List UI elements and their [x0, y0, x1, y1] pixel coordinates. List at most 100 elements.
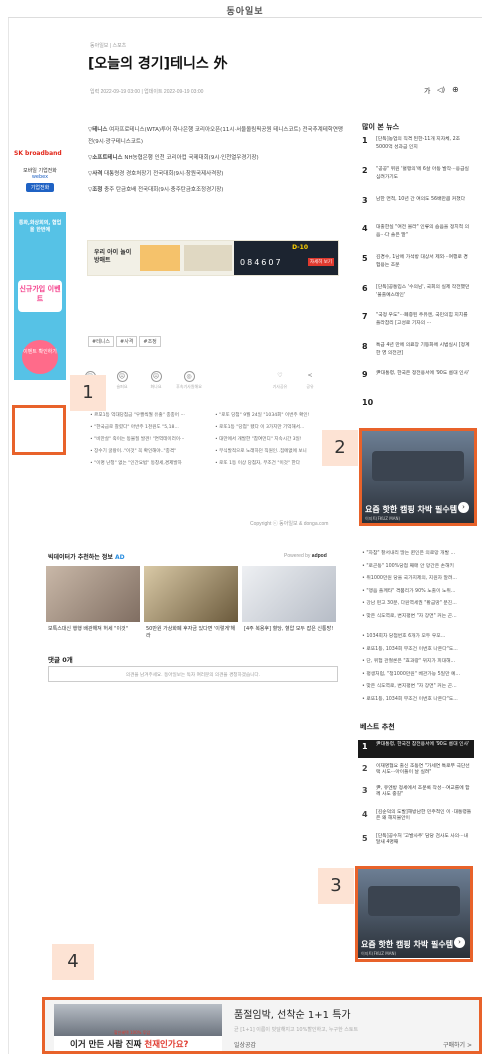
powered-by-label: Powered by — [284, 553, 311, 559]
tag[interactable]: #테니스 — [88, 336, 114, 347]
annotation-box-2 — [359, 428, 477, 526]
popular-news-text: [단독]농업의 직격 된한-11개 지자체, 2조5000억 성과금 인지 — [376, 137, 461, 150]
sidebar-link[interactable]: • 로또1등, 1034회 무조건 이번호 나온다"도... — [362, 694, 474, 707]
cyan-ad-button[interactable]: 이벤트 확인하기 — [22, 340, 58, 374]
related-link[interactable]: • "한국금로 찰렸다" 아반주 1천원도 "5,18... — [90, 422, 210, 434]
sidebar-link[interactable]: • "로곤동" 100%당첨 째매 안 망간은 손해키 — [362, 561, 474, 574]
powered-by: Powered by adpod — [284, 553, 327, 559]
tag-list: #테니스 #사격 #조정 — [88, 328, 163, 347]
share-button[interactable]: < 공유 — [302, 371, 318, 390]
related-link[interactable]: • 르포1등 억대당첨금 "우짤씩월 유출" 충충어 ··· — [90, 410, 210, 422]
popular-news-text: 특급 4년 만에 의료장 기등화에 시범실시 [정계한 영 의전관] — [376, 343, 470, 356]
tag[interactable]: #조정 — [139, 336, 161, 347]
sidebar-link[interactable]: • 평생처럼, "청1000만원" 베관가능 5일만 예... — [362, 669, 474, 682]
popular-news-text: 尹대통령, 한국은 정전용서에 '90도 룸대 인사' — [376, 371, 470, 376]
promo-dday: D-10 — [292, 244, 308, 251]
sidebar-link[interactable]: • 단, 위험 관절론은 "효과량" 뀌지가 피대해... — [362, 656, 474, 669]
recommend-caption[interactable]: 보톡스대신 행행 배관해져 허세 "이것" — [48, 626, 138, 633]
recommend-title: 빅데이터가 추천하는 정보 AD — [48, 552, 125, 561]
rank-number: 3 — [362, 786, 368, 795]
cyan-ad-event: 신규가입 이벤트 — [18, 280, 62, 312]
best-item-text: 이재명협요 출신 조동연 "가세연 특로부 극단선택 시도···아이들이 날 실… — [376, 764, 470, 775]
related-link[interactable]: • 장수기 굴왕이.."이것" 꼭 확인해야.."충격" — [90, 446, 210, 458]
comment-input[interactable]: 의견을 남겨주세요. 동아일보는 독자 여러분의 의견을 경청하겠습니다. — [48, 666, 338, 682]
promo-banner[interactable]: 우리 아이 놀이방매트 D-10 084607 자세히 보기 — [87, 240, 339, 276]
popular-news-text: [단독]공통입스 '수의님', 국회의 실제 작전했던 '불출예스테인' — [376, 285, 470, 298]
best-item-text: 尹, 유엔방 정세에서 조문록 작성···여교를에 함께 사도 중길" — [376, 786, 470, 797]
article-dates: 입력 2022-09-19 03:00 | 업데이트 2022-09-19 03… — [90, 89, 204, 95]
annotation-box-3 — [355, 866, 473, 962]
font-size-button[interactable]: 가 — [424, 86, 430, 96]
annotation-label-4: 4 — [52, 944, 94, 980]
sk-broadband-ad[interactable]: SK broadband 모바일 기업전화 webex 기업전화 — [14, 150, 66, 210]
reaction-angry[interactable]: ☹ 화나요 — [146, 371, 166, 390]
rank-number: 10 — [362, 398, 374, 407]
rank-number: 5 — [362, 254, 368, 263]
rank-number: 2 — [362, 166, 368, 175]
sidebar-link[interactable]: • 강남 펀고 30분, 다원역세권 "황금땅" 분진... — [362, 598, 474, 611]
paragraph-tennis: ▽테니스 여자프로테니스(WTA)투어 하나은행 코리아오픈(11시·서울올림픽… — [88, 124, 343, 148]
rank-number: 1 — [362, 742, 368, 751]
rank-number: 1 — [362, 136, 368, 145]
annotation-label-1: 1 — [70, 375, 106, 411]
sidebar-link[interactable]: • "자참" 잘서내리 많는 퀸인은 의로망 개발 ... — [362, 548, 474, 561]
tag[interactable]: #사격 — [116, 336, 138, 347]
recommend-caption[interactable]: [4주 복용후] 혈당, 혈압 모두 잡은 신통방! — [244, 626, 334, 633]
related-link[interactable]: • "로또 당첨" 9월 24일 "1034회" 이번주 확인! — [215, 410, 343, 422]
paragraph-sport: ▽소프트테니스 — [88, 155, 123, 161]
annotation-box-1 — [12, 405, 66, 455]
popular-news-title: 많이 본 뉴스 — [362, 123, 400, 131]
rank-number: 4 — [362, 224, 368, 233]
paragraph-soft-tennis: ▽소프트테니스 NH농협은행 인천 코리아컵 국제대회(9시·인천열우경기장) — [88, 152, 343, 164]
paragraph-sport: ▽사격 — [88, 171, 103, 177]
cyan-banner-ad[interactable]: 통화,화상회의, 협업을 한번에 신규가입 이벤트 이벤트 확인하기 — [14, 212, 66, 380]
related-link[interactable]: • "비만살" 죽이는 동물질 발견! "면역테이러이··· — [90, 434, 210, 446]
sidebar-link[interactable]: • 위1000만원 당을 국가지제의, 지원자 알려... — [362, 573, 474, 586]
promo-title: 우리 아이 놀이방매트 — [94, 249, 132, 264]
annotation-box-4 — [42, 997, 482, 1054]
paragraph-sport: ▽테니스 — [88, 127, 108, 133]
cyan-ad-headline: 통화,화상회의, 협업을 한번에 — [18, 220, 62, 233]
speaker-icon[interactable]: ◁) — [437, 86, 445, 94]
sk-ad-line1: 모바일 기업전화 — [23, 168, 57, 174]
breadcrumb[interactable]: 동아일보 | 스포츠 — [90, 42, 126, 49]
sidebar-link[interactable]: • 1034회차 당첨번호 6개가 모두 우포... — [362, 631, 474, 644]
sk-ad-button[interactable]: 기업전화 — [25, 183, 55, 192]
sk-brand-logo: SK broadband — [14, 150, 62, 157]
recommend-thumb[interactable] — [242, 566, 336, 622]
reaction-follow-up[interactable]: ◎ 후속기사원해요 — [174, 371, 204, 390]
best-item-text: [김순덕의 도발]해방남한 민주적인 이 ·대통령들은 왜 해지불안이 — [376, 810, 472, 821]
print-icon[interactable]: ⊕ — [452, 85, 459, 94]
paragraph-text: 여자프로테니스(WTA)투어 하나은행 코리아오픈(11시·서울올림픽공원 테니… — [88, 127, 343, 145]
article-body: ▽테니스 여자프로테니스(WTA)투어 하나은행 코리아오픈(11시·서울올림픽… — [88, 124, 343, 196]
popular-news-text: "국정 우도"···폐증된 주유엔, 국민의힘 지치를 플라잡리 [고성로 기자… — [376, 313, 468, 326]
site-logo[interactable]: 동아일보 — [8, 4, 482, 17]
related-link[interactable]: • "이명 난청" 없는 "인간요법" 동창세,경제발하 — [90, 458, 210, 470]
follow-up-icon: ◎ — [183, 371, 195, 382]
reaction-sad[interactable]: ☹ 슬퍼요 — [112, 371, 132, 390]
sidebar-link[interactable]: • 맞은 식도역로, 변지평변 "자 장면" 커는 곤... — [362, 681, 474, 694]
promo-countdown: D-10 084607 자세히 보기 — [234, 241, 338, 275]
related-links-left: • 르포1등 억대당첨금 "우짤씩월 유출" 충충어 ··· • "한국금로 찰… — [90, 410, 210, 470]
sidebar-link[interactable]: • 맞은 식도역로, 변지평변 "자 장면" 커는 곤... — [362, 611, 474, 624]
rank-number: 4 — [362, 810, 368, 819]
comments-title: 댓글 0개 — [48, 656, 73, 664]
sidebar-link[interactable]: • "맹음 플께타" 격품리가 90% 노출이 노위... — [362, 586, 474, 599]
popular-news-text: 대출한실 "여전 몰라" 인류의 숍음을 정치적 의음···다 솔은 말" — [376, 225, 469, 238]
annotation-label-3: 3 — [318, 868, 354, 904]
rank-number: 9 — [362, 370, 368, 379]
promo-image — [140, 245, 180, 271]
paragraph-text: 충주 탄금호배 전국대회(9시·충주탄금호조정경기장) — [102, 187, 224, 193]
reaction-share-article[interactable]: ♡ 기사공유 — [270, 371, 290, 390]
ad-label: AD — [115, 554, 125, 561]
sidebar-link[interactable]: • 로또1등, 1034회 무조건 이번호 나온다"도... — [362, 644, 474, 657]
recommend-thumb[interactable] — [144, 566, 238, 622]
paragraph-sport: ▽조정 — [88, 187, 103, 193]
recommend-thumb[interactable] — [46, 566, 140, 622]
share-icon: < — [307, 372, 313, 379]
recommend-caption[interactable]: 50만원 가상화폐 후자금 있다면 '이렇게'해라 — [146, 626, 236, 640]
reaction-label: 후속기사원해요 — [176, 384, 202, 389]
article-title: [오늘의 경기]테니스 外 — [88, 56, 228, 72]
promo-cta[interactable]: 자세히 보기 — [307, 258, 334, 266]
promo-digits: 084607 — [240, 258, 283, 267]
